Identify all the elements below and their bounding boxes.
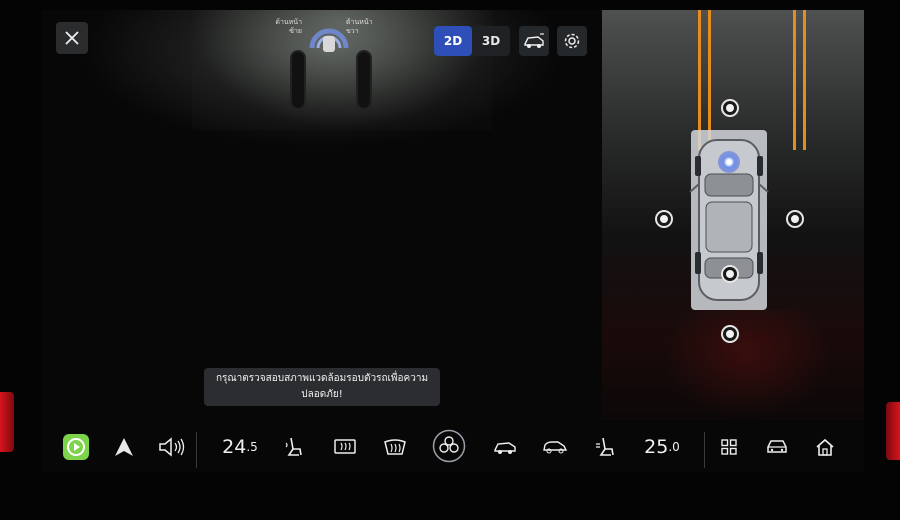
sensor-rear-center-button[interactable]: [723, 267, 737, 281]
driver-temp-decimal: .5: [246, 440, 258, 454]
car-view-icon: [494, 442, 516, 454]
dock-separator-right: [704, 432, 705, 468]
ambient-light-left: [0, 392, 14, 452]
view-mode-toggle: 2D 3D: [434, 26, 510, 56]
selected-camera-dot: [718, 151, 740, 173]
guide-line-right-outer: [803, 10, 806, 150]
ambient-light-right: [886, 402, 900, 460]
volume-icon: [159, 437, 185, 457]
display-screen: ด้านหน้า ซ้าย ด้านหน้า ขวา 2D 3D กรุณาตร…: [42, 10, 864, 472]
camera-view-icon: [524, 33, 544, 48]
front-defrost-button[interactable]: [382, 432, 408, 462]
seat-heat-icon: [285, 437, 302, 456]
sensor-rear-button[interactable]: [723, 327, 737, 341]
camera-view-button[interactable]: [519, 26, 549, 56]
driver-temperature[interactable]: 24.5: [220, 432, 260, 462]
home-button[interactable]: [814, 432, 836, 462]
car-side-icon: [543, 441, 568, 454]
close-button[interactable]: [56, 22, 88, 54]
fan-button[interactable]: [432, 428, 466, 464]
seat-ventilation-icon: [596, 437, 614, 456]
safety-toast: กรุณาตรวจสอบสภาพแวดล้อมรอบตัวรถเพื่อความ…: [204, 368, 440, 406]
front-defrost-icon: [384, 439, 406, 455]
settings-button[interactable]: [557, 26, 587, 56]
rear-defrost-button[interactable]: [332, 432, 358, 462]
passenger-temperature[interactable]: 25.0: [642, 432, 682, 462]
car-icon: [767, 440, 787, 453]
front-camera-view: ด้านหน้า ซ้าย ด้านหน้า ขวา: [42, 10, 602, 420]
passenger-temp-decimal: .0: [668, 440, 680, 454]
seat-ventilation-button[interactable]: [594, 432, 616, 462]
car-view-button[interactable]: [492, 432, 518, 462]
driver-temp-main: 24: [222, 436, 247, 458]
passenger-temp-main: 25: [644, 436, 669, 458]
apps-button[interactable]: [718, 432, 740, 462]
car-button[interactable]: [764, 432, 790, 462]
bottom-dock: 24.5 25 .0: [42, 422, 864, 472]
guide-line-right-inner: [793, 10, 796, 150]
android-auto-icon: [115, 438, 133, 456]
guide-line-left-inner: [708, 10, 711, 150]
sensor-right-button[interactable]: [788, 212, 802, 226]
rear-red-fade: [662, 310, 832, 420]
camera-wheel-right: [356, 50, 372, 110]
carplay-button[interactable]: [62, 432, 90, 462]
sensor-front-button[interactable]: [723, 101, 737, 115]
android-auto-button[interactable]: [112, 432, 136, 462]
volume-button[interactable]: [157, 432, 187, 462]
camera-wheel-left: [290, 50, 306, 110]
dock-separator-left: [196, 432, 197, 468]
mode-3d-button[interactable]: 3D: [472, 26, 510, 56]
settings-gear-icon: [564, 33, 580, 49]
close-icon: [65, 31, 79, 45]
sensor-left-button[interactable]: [657, 212, 671, 226]
front-right-label: ด้านหน้า ขวา: [346, 18, 373, 35]
rear-defrost-icon: [334, 439, 356, 454]
apps-grid-icon: [721, 439, 737, 455]
car-side-button[interactable]: [542, 432, 568, 462]
front-left-label: ด้านหน้า ซ้าย: [275, 18, 302, 35]
guide-line-left-outer: [698, 10, 701, 150]
mode-2d-button[interactable]: 2D: [434, 26, 472, 56]
driver-seat-heat-button[interactable]: [282, 432, 306, 462]
home-icon: [816, 438, 834, 456]
fan-icon: [432, 429, 466, 463]
carplay-icon: [63, 434, 89, 460]
